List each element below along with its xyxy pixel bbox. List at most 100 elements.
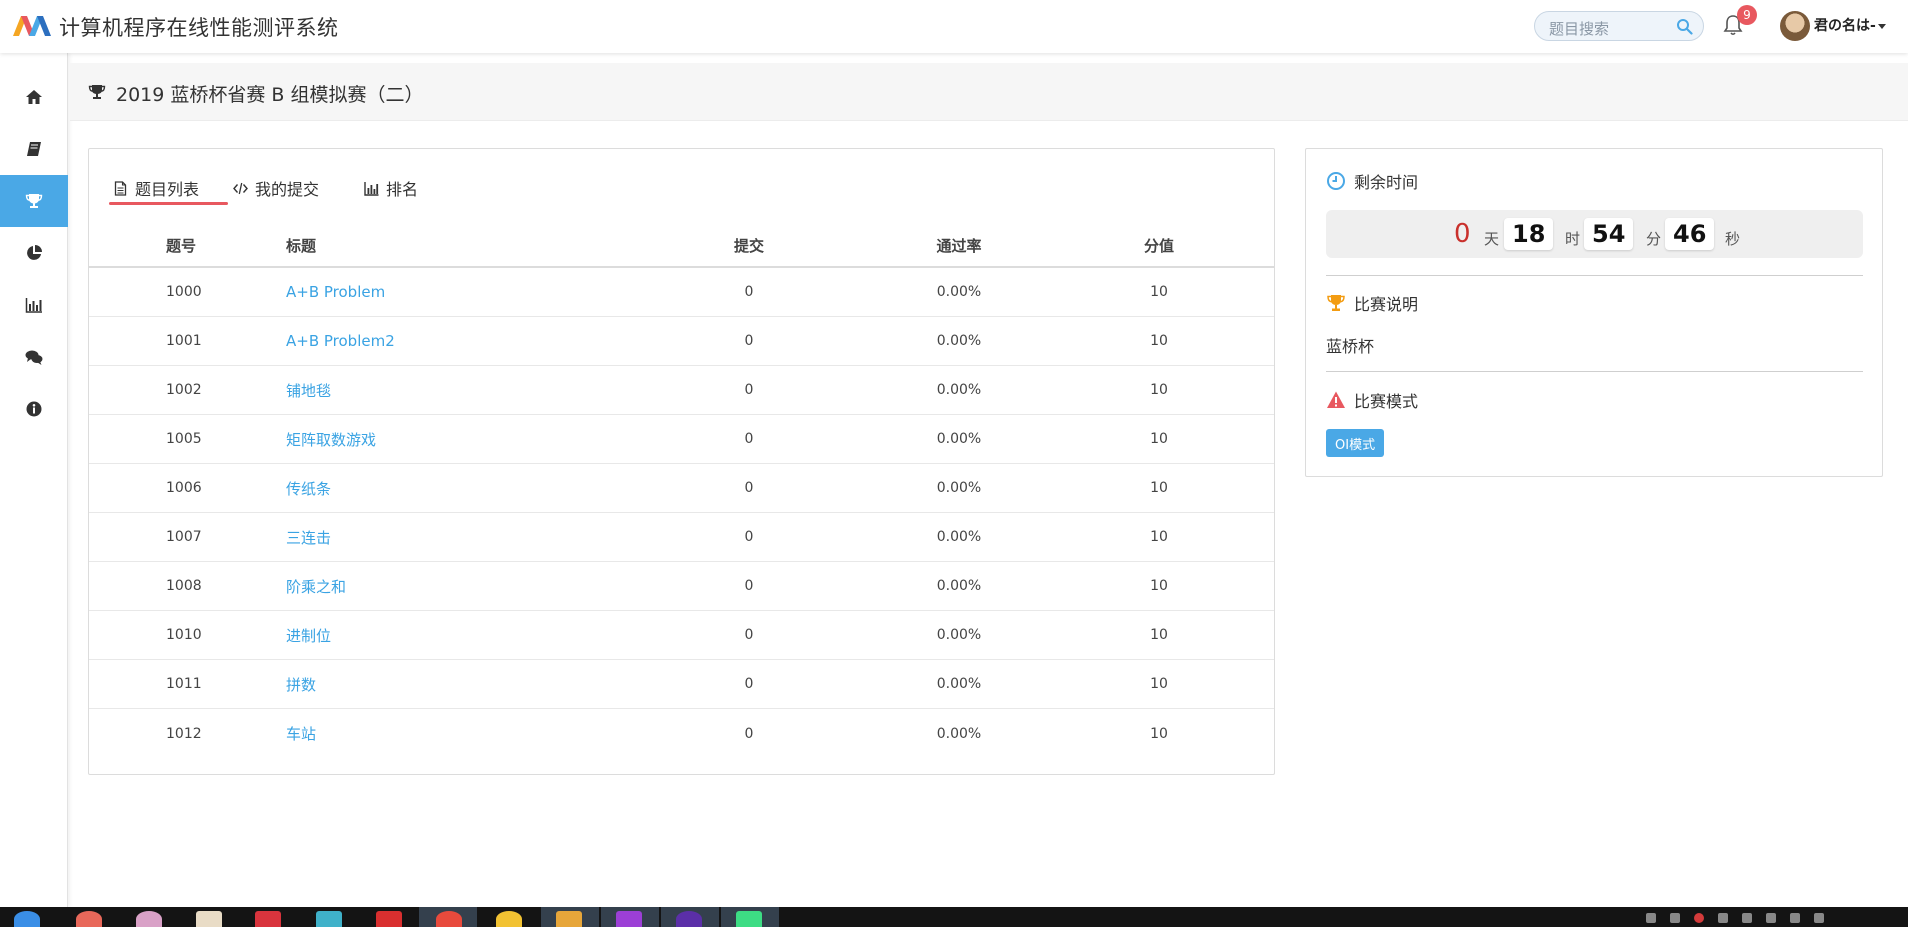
pass-rate: 0.00% xyxy=(936,333,982,349)
browser-icon[interactable] xyxy=(496,911,522,927)
tray-icon[interactable] xyxy=(1646,913,1656,923)
problem-id: 1011 xyxy=(166,676,202,692)
problem-title-link[interactable]: A+B Problem2 xyxy=(286,317,395,365)
tray-icon[interactable] xyxy=(1814,913,1824,923)
code-icon xyxy=(233,182,248,194)
submission-count: 0 xyxy=(744,284,754,300)
description-heading: 比赛说明 xyxy=(1326,291,1418,315)
file-manager-icon[interactable] xyxy=(196,911,222,927)
app-logo[interactable] xyxy=(13,14,53,36)
remaining-time-label: 剩余时间 xyxy=(1354,173,1419,192)
settings-icon[interactable] xyxy=(136,911,162,927)
tray-icon[interactable] xyxy=(1790,913,1800,923)
sidebar-item-contests[interactable] xyxy=(0,175,68,227)
problem-title-link[interactable]: 传纸条 xyxy=(286,464,331,512)
eclipse-icon[interactable] xyxy=(676,911,702,927)
sidebar-item-problems[interactable] xyxy=(0,123,68,175)
file-text-icon xyxy=(114,180,127,196)
trophy-icon xyxy=(1327,295,1345,311)
problem-id: 1005 xyxy=(166,431,202,447)
divider xyxy=(1326,371,1863,372)
problem-title-link[interactable]: 拼数 xyxy=(286,660,316,708)
sidebar-item-status[interactable] xyxy=(0,227,68,279)
start-menu-icon[interactable] xyxy=(14,911,40,927)
countdown-minutes-unit: 分 xyxy=(1646,230,1662,248)
app-launcher-icon[interactable] xyxy=(76,911,102,927)
table-row[interactable]: 1000 A+B Problem 0 0.00% 10 xyxy=(89,268,1274,317)
column-header-id[interactable]: 题号 xyxy=(166,225,196,266)
column-header-pass-rate[interactable]: 通过率 xyxy=(909,225,1009,266)
contest-mode-badge: OI模式 xyxy=(1326,429,1385,457)
sidebar-item-about[interactable] xyxy=(0,383,68,435)
problem-title-link[interactable]: 车站 xyxy=(286,709,316,758)
clock-icon xyxy=(1327,172,1345,190)
top-bar: 计算机程序在线性能测评系统 题目搜索 9 君の名は- xyxy=(0,0,1908,53)
sidebar-item-discussion[interactable] xyxy=(0,331,68,383)
problem-title-link[interactable]: 进制位 xyxy=(286,611,331,659)
pass-rate: 0.00% xyxy=(936,578,982,594)
column-header-score[interactable]: 分值 xyxy=(1109,225,1209,266)
tray-icon[interactable] xyxy=(1670,913,1680,923)
intellij-icon[interactable] xyxy=(616,911,642,927)
chevron-down-icon[interactable] xyxy=(1878,24,1886,29)
sidebar-item-home[interactable] xyxy=(0,71,68,123)
problem-title-link[interactable]: 阶乘之和 xyxy=(286,562,346,610)
tray-icon[interactable] xyxy=(1742,913,1752,923)
search-box[interactable]: 题目搜索 xyxy=(1534,11,1704,41)
bar-chart-icon xyxy=(364,181,379,196)
bar-chart-icon xyxy=(25,298,42,313)
problem-score: 10 xyxy=(1150,725,1168,742)
problem-title-link[interactable]: 三连击 xyxy=(286,513,331,561)
divider xyxy=(1326,275,1863,276)
submission-count: 0 xyxy=(744,431,754,447)
app-title[interactable]: 计算机程序在线性能测评系统 xyxy=(59,12,339,42)
problem-id: 1012 xyxy=(166,725,202,742)
editor-icon[interactable] xyxy=(556,911,582,927)
column-header-title[interactable]: 标题 xyxy=(286,225,316,266)
problem-title-link[interactable]: 矩阵取数游戏 xyxy=(286,415,376,463)
pass-rate: 0.00% xyxy=(936,627,982,643)
search-input[interactable]: 题目搜索 xyxy=(1549,18,1609,39)
countdown-timer: 0 天 18 时 54 分 46 秒 xyxy=(1326,210,1863,258)
countdown-hours: 18 xyxy=(1504,218,1554,250)
problem-title-link[interactable]: 铺地毯 xyxy=(286,366,331,414)
tray-icon[interactable] xyxy=(1718,913,1728,923)
problem-title-link[interactable]: A+B Problem xyxy=(286,268,385,316)
store-icon[interactable] xyxy=(316,911,342,927)
problem-score: 10 xyxy=(1150,333,1168,349)
table-row[interactable]: 1007 三连击 0 0.00% 10 xyxy=(89,513,1274,562)
table-row[interactable]: 1012 车站 0 0.00% 10 xyxy=(89,709,1274,758)
mode-heading: 比赛模式 xyxy=(1326,388,1418,412)
table-row[interactable]: 1006 传纸条 0 0.00% 10 xyxy=(89,464,1274,513)
pass-rate: 0.00% xyxy=(936,431,982,447)
table-row[interactable]: 1011 拼数 0 0.00% 10 xyxy=(89,660,1274,709)
mode-label: 比赛模式 xyxy=(1354,392,1419,411)
pass-rate: 0.00% xyxy=(936,382,982,398)
submission-count: 0 xyxy=(744,725,754,742)
page-header: 2019 蓝桥杯省赛 B 组模拟赛（二） xyxy=(70,63,1908,121)
problem-score: 10 xyxy=(1150,578,1168,594)
tray-icon[interactable] xyxy=(1766,913,1776,923)
terminal-icon[interactable] xyxy=(255,911,281,927)
tab-rank[interactable]: 排名 xyxy=(364,169,418,207)
column-header-submissions[interactable]: 提交 xyxy=(709,225,789,266)
pycharm-icon[interactable] xyxy=(736,911,762,927)
avatar[interactable] xyxy=(1780,11,1810,41)
table-row[interactable]: 1010 进制位 0 0.00% 10 xyxy=(89,611,1274,660)
chrome-icon[interactable] xyxy=(436,911,462,927)
submission-count: 0 xyxy=(744,333,754,349)
problem-id: 1002 xyxy=(166,382,202,398)
table-row[interactable]: 1001 A+B Problem2 0 0.00% 10 xyxy=(89,317,1274,366)
tray-icon[interactable] xyxy=(1694,913,1704,923)
tab-my-submissions[interactable]: 我的提交 xyxy=(233,169,319,207)
trophy-icon xyxy=(25,194,43,208)
table-header: 题号 标题 提交 通过率 分值 xyxy=(89,225,1274,268)
table-row[interactable]: 1005 矩阵取数游戏 0 0.00% 10 xyxy=(89,415,1274,464)
active-tab-indicator xyxy=(109,202,228,205)
table-row[interactable]: 1008 阶乘之和 0 0.00% 10 xyxy=(89,562,1274,611)
username[interactable]: 君の名は- xyxy=(1814,15,1876,35)
search-icon[interactable] xyxy=(1676,18,1693,35)
sidebar-item-rank[interactable] xyxy=(0,279,68,331)
netease-music-icon[interactable] xyxy=(376,911,402,927)
table-row[interactable]: 1002 铺地毯 0 0.00% 10 xyxy=(89,366,1274,415)
